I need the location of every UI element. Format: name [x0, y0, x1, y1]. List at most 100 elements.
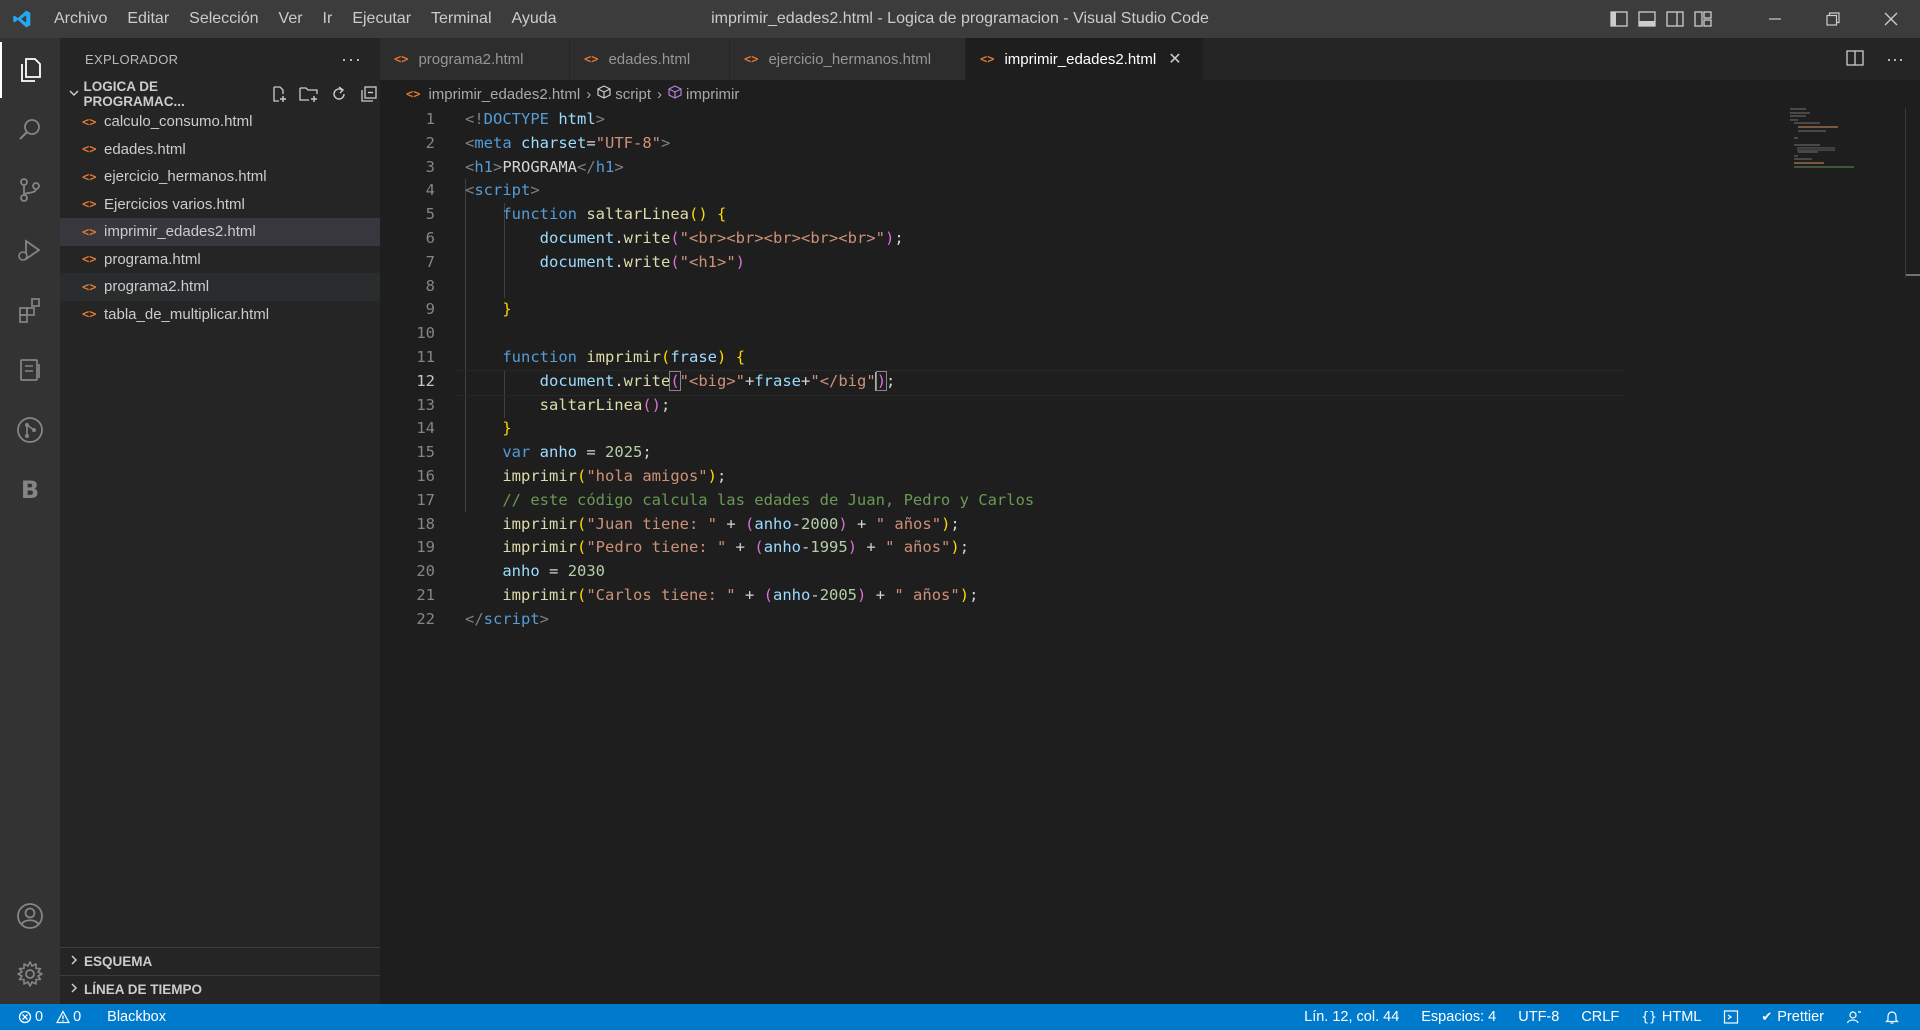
html-file-icon: <> [82, 279, 97, 294]
file-item[interactable]: <> edades.html [60, 136, 380, 164]
tab-imprimir-edades2[interactable]: <> imprimir_edades2.html ✕ [966, 38, 1204, 80]
end-of-line[interactable]: CRLF [1581, 1009, 1619, 1025]
notifications-bell-icon[interactable] [1884, 1009, 1900, 1025]
close-window-button[interactable] [1862, 0, 1920, 38]
account-icon[interactable] [0, 888, 60, 944]
file-item[interactable]: <> calculo_consumo.html [60, 108, 380, 136]
code-editor[interactable]: 1 2 3 4 5 6 7 8 9 10 11 12 13 14 15 16 17 18 19 20 21 22 <!DO… [380, 108, 1920, 1004]
file-item[interactable]: <> tabla_de_multiplicar.html [60, 301, 380, 329]
git-graph-icon[interactable] [0, 402, 60, 458]
remote-explorer-icon[interactable] [0, 342, 60, 398]
text-cursor [874, 371, 877, 391]
tab-ejercicio-hermanos[interactable]: <> ejercicio_hermanos.html [730, 38, 966, 80]
file-item[interactable]: <> ejercicio_hermanos.html [60, 163, 380, 191]
html-file-icon: <> [82, 252, 97, 267]
close-tab-icon[interactable]: ✕ [1168, 49, 1184, 69]
menu-ayuda[interactable]: Ayuda [502, 0, 567, 38]
file-label: ejercicio_hermanos.html [104, 168, 267, 186]
language-label: HTML [1661, 1009, 1702, 1025]
split-editor-icon[interactable] [1846, 49, 1864, 69]
run-debug-icon[interactable] [0, 222, 60, 278]
toggle-secondary-sidebar-icon[interactable] [1666, 10, 1684, 28]
code-line: function saltarLinea() { [502, 205, 727, 224]
warning-count: 0 [73, 1009, 82, 1025]
code-content[interactable]: <!DOCTYPE html> <meta charset="UTF-8"> <… [455, 108, 1765, 632]
breadcrumb-file[interactable]: imprimir_edades2.html [428, 86, 580, 103]
file-item-selected[interactable]: <> imprimir_edades2.html [60, 218, 380, 246]
symbol-cube-icon [597, 85, 611, 103]
refresh-icon[interactable] [328, 83, 350, 105]
vscode-logo-icon [0, 0, 44, 38]
html-file-icon: <> [82, 307, 97, 322]
timeline-section[interactable]: LÍNEA DE TIEMPO [60, 975, 380, 1003]
tab-programa2[interactable]: <> programa2.html [380, 38, 570, 80]
code-line: </script> [465, 609, 550, 628]
blackbox-status[interactable]: Blackbox [107, 1009, 166, 1025]
settings-gear-icon[interactable] [0, 946, 60, 1002]
file-item[interactable]: <> programa2.html [60, 273, 380, 301]
menu-seleccion[interactable]: Selección [179, 0, 268, 38]
language-mode[interactable]: {} HTML [1641, 1009, 1701, 1025]
workspace-folder[interactable]: LOGICA DE PROGRAMAC... [60, 79, 380, 109]
vertical-scrollbar[interactable] [1906, 108, 1920, 1004]
more-actions-icon[interactable]: ··· [1886, 49, 1904, 70]
blackbox-icon[interactable]: B [0, 462, 60, 518]
search-icon[interactable] [0, 102, 60, 158]
code-line: document.write("<h1>") [539, 252, 746, 271]
symbol-method-icon [668, 85, 682, 103]
copilot-icon[interactable] [1723, 1009, 1739, 1025]
toggle-panel-icon[interactable] [1638, 10, 1656, 28]
breadcrumb-symbol-script[interactable]: script [615, 86, 651, 103]
problems-indicator[interactable]: 0 0 [18, 1009, 87, 1025]
menu-ir[interactable]: Ir [313, 0, 343, 38]
explorer-sidebar: EXPLORADOR ··· LOGICA DE PROGRAMAC... <>… [60, 38, 380, 1004]
html-file-icon: <> [406, 87, 421, 101]
code-line: // este código calcula las edades de Jua… [502, 490, 1035, 509]
breadcrumb: <> imprimir_edades2.html › script › impr… [380, 80, 1920, 108]
code-line: <h1>PROGRAMA</h1> [465, 157, 624, 176]
activity-bar: B [0, 38, 60, 1004]
code-line: saltarLinea(); [539, 395, 671, 414]
breadcrumb-symbol-imprimir[interactable]: imprimir [686, 86, 739, 103]
tab-edades[interactable]: <> edades.html [570, 38, 730, 80]
menu-ejecutar[interactable]: Ejecutar [342, 0, 421, 38]
file-item[interactable]: <> Ejercicios varios.html [60, 191, 380, 219]
prettier-status[interactable]: ✔ Prettier [1761, 1009, 1824, 1025]
tab-label: edades.html [608, 50, 691, 68]
collapse-all-icon[interactable] [358, 83, 380, 105]
chevron-right-icon: › [586, 85, 592, 103]
outline-label: ESQUEMA [84, 954, 153, 969]
menu-terminal[interactable]: Terminal [421, 0, 501, 38]
new-file-icon[interactable] [268, 83, 290, 105]
customize-layout-icon[interactable] [1694, 10, 1712, 28]
indentation[interactable]: Espacios: 4 [1421, 1009, 1496, 1025]
explorer-icon[interactable] [0, 42, 60, 98]
toggle-primary-sidebar-icon[interactable] [1610, 10, 1628, 28]
code-line: <!DOCTYPE html> [465, 110, 606, 128]
minimap[interactable] [1790, 108, 1890, 168]
chevron-down-icon [68, 87, 84, 102]
new-folder-icon[interactable] [298, 83, 320, 105]
timeline-label: LÍNEA DE TIEMPO [84, 982, 203, 997]
menu-editar[interactable]: Editar [117, 0, 179, 38]
more-actions-icon[interactable]: ··· [341, 49, 362, 70]
minimize-button[interactable] [1746, 0, 1804, 38]
feedback-icon[interactable] [1846, 1009, 1862, 1025]
menu-archivo[interactable]: Archivo [44, 0, 117, 38]
source-control-icon[interactable] [0, 162, 60, 218]
cursor-position[interactable]: Lín. 12, col. 44 [1304, 1009, 1399, 1025]
file-item[interactable]: <> programa.html [60, 246, 380, 274]
outline-section[interactable]: ESQUEMA [60, 947, 380, 975]
code-line: var anho = 2025; [502, 443, 652, 462]
extensions-icon[interactable] [0, 282, 60, 338]
menu-ver[interactable]: Ver [269, 0, 313, 38]
html-file-icon: <> [980, 52, 995, 66]
error-icon [18, 1010, 32, 1024]
code-line: imprimir("Juan tiene: " + (anho-2000) + … [502, 514, 960, 533]
braces-icon: {} [1641, 1009, 1657, 1025]
html-file-icon: <> [82, 169, 97, 184]
encoding[interactable]: UTF-8 [1518, 1009, 1559, 1025]
html-file-icon: <> [744, 52, 759, 66]
restore-button[interactable] [1804, 0, 1862, 38]
code-line: } [502, 419, 512, 438]
